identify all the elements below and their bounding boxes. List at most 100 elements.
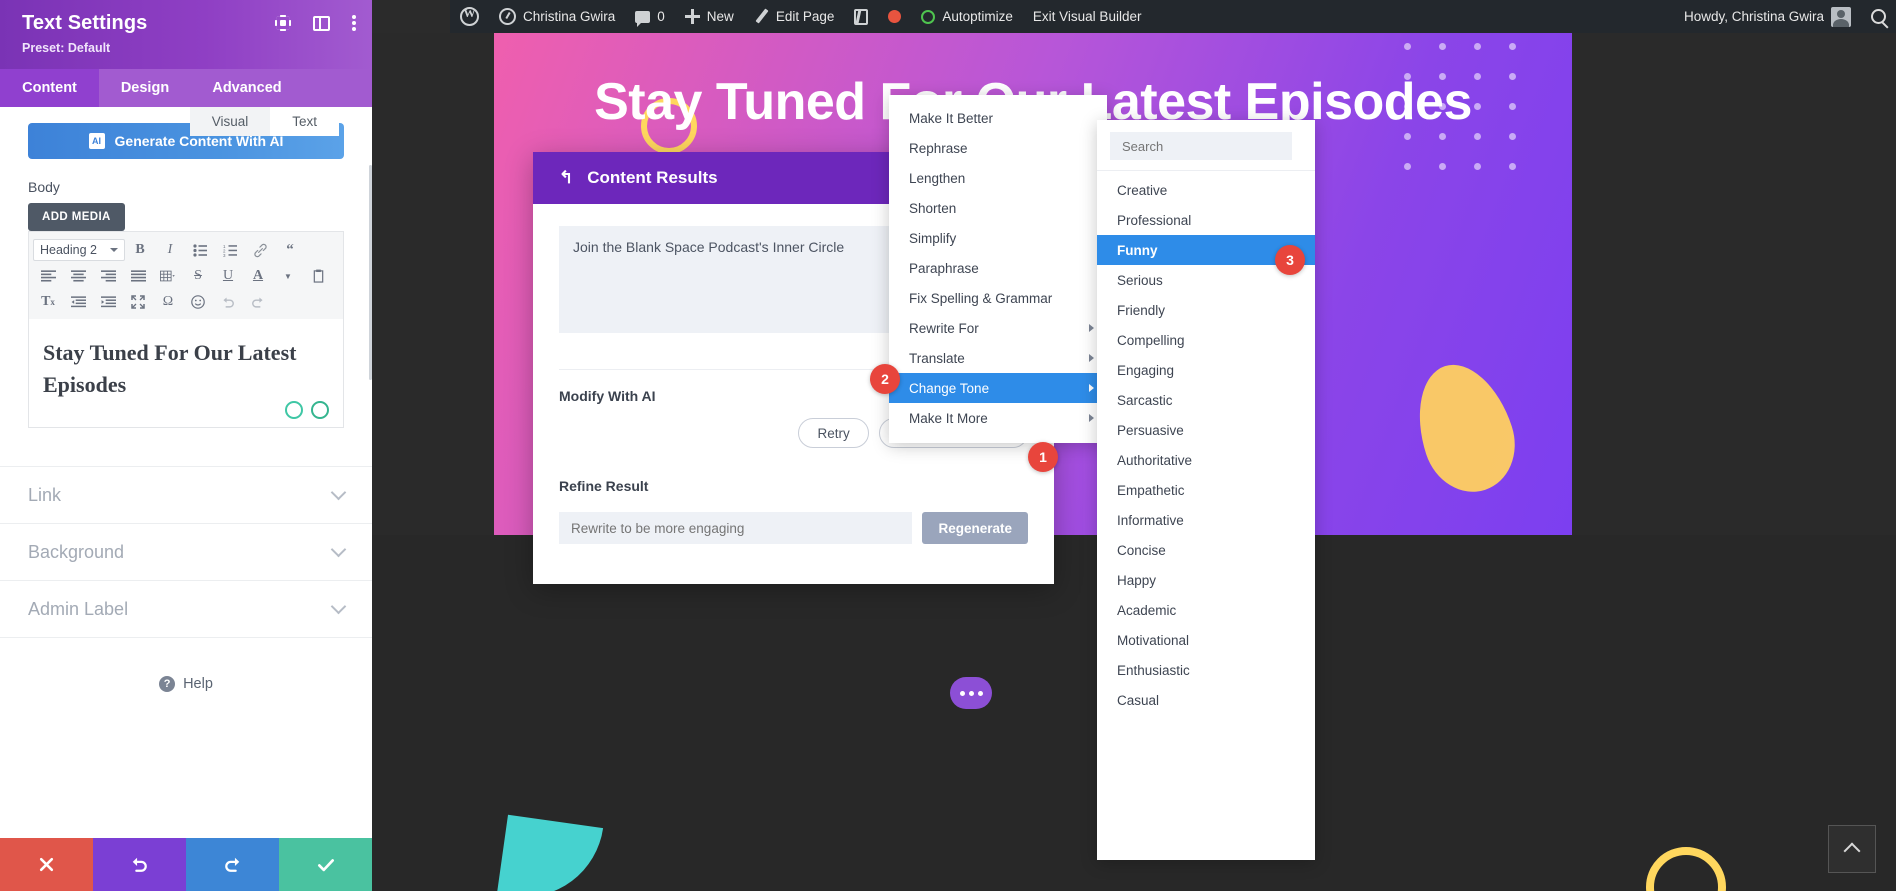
editor-content-area[interactable]: Stay Tuned For Our Latest Episodes [29, 319, 343, 427]
blockquote-icon[interactable]: “ [275, 237, 305, 263]
preset-selector[interactable]: Preset: Default [22, 41, 354, 55]
dropdown-item-lengthen[interactable]: Lengthen [889, 163, 1107, 193]
submenu-item-enthusiastic[interactable]: Enthusiastic [1097, 655, 1315, 685]
bold-icon[interactable]: B [125, 237, 155, 263]
tab-design[interactable]: Design [99, 69, 191, 107]
strikethrough-icon[interactable]: S [183, 263, 213, 289]
tab-advanced[interactable]: Advanced [191, 69, 303, 107]
submenu-item-casual[interactable]: Casual [1097, 685, 1315, 715]
adminbar-item-status[interactable] [878, 0, 911, 33]
italic-icon[interactable]: I [155, 237, 185, 263]
more-horizontal-icon[interactable] [950, 677, 992, 709]
back-arrow-icon[interactable]: ↰ [559, 168, 573, 188]
submenu-item-motivational[interactable]: Motivational [1097, 625, 1315, 655]
submenu-item-authoritative[interactable]: Authoritative [1097, 445, 1315, 475]
submenu-item-engaging[interactable]: Engaging [1097, 355, 1315, 385]
submenu-item-informative[interactable]: Informative [1097, 505, 1315, 535]
emoji-icon[interactable] [183, 289, 213, 315]
add-media-button[interactable]: ADD MEDIA [28, 203, 125, 231]
bullet-list-icon[interactable] [185, 237, 215, 263]
tab-text[interactable]: Text [270, 107, 339, 136]
submenu-item-compelling[interactable]: Compelling [1097, 325, 1315, 355]
outdent-icon[interactable] [63, 289, 93, 315]
tab-visual[interactable]: Visual [189, 107, 271, 136]
redo-button[interactable] [186, 838, 279, 891]
tinymce-editor: Heading 2 B I 123 “ S U A ▼ T x Ω Stay T… [28, 231, 344, 428]
numbered-list-icon[interactable]: 123 [215, 237, 245, 263]
fullscreen-icon[interactable] [123, 289, 153, 315]
dropdown-item-rephrase[interactable]: Rephrase [889, 133, 1107, 163]
dropdown-item-shorten[interactable]: Shorten [889, 193, 1107, 223]
chevron-down-icon[interactable]: ▼ [273, 263, 303, 289]
adminbar-item-yoast[interactable] [844, 0, 878, 33]
submenu-item-academic[interactable]: Academic [1097, 595, 1315, 625]
adminbar-item-site[interactable]: Christina Gwira [489, 0, 625, 33]
adminbar-item-edit-page[interactable]: Edit Page [744, 0, 845, 33]
dropdown-item-make-it-more[interactable]: Make It More [889, 403, 1107, 433]
align-center-icon[interactable] [63, 263, 93, 289]
accordion-link[interactable]: Link [0, 467, 372, 524]
refine-input[interactable] [559, 512, 913, 544]
regenerate-button[interactable]: Regenerate [922, 512, 1028, 544]
layout-icon[interactable] [313, 15, 330, 31]
dropdown-item-rewrite-for[interactable]: Rewrite For [889, 313, 1107, 343]
dropdown-item-paraphrase[interactable]: Paraphrase [889, 253, 1107, 283]
adminbar-item-search[interactable] [1861, 0, 1896, 33]
search-input[interactable] [1110, 132, 1292, 160]
adminbar-item-comments[interactable]: 0 [625, 0, 675, 33]
accordion-background[interactable]: Background [0, 524, 372, 581]
refresh-icon[interactable] [311, 401, 329, 419]
submenu-item-sarcastic[interactable]: Sarcastic [1097, 385, 1315, 415]
dropdown-item-simplify[interactable]: Simplify [889, 223, 1107, 253]
submenu-item-label: Enthusiastic [1117, 662, 1190, 678]
retry-button[interactable]: Retry [798, 418, 869, 448]
target-icon[interactable] [275, 15, 291, 31]
adminbar-item-new[interactable]: New [675, 0, 744, 33]
editor-heading-text: Stay Tuned For Our Latest Episodes [43, 340, 297, 397]
scroll-to-top-button[interactable] [1828, 825, 1876, 873]
align-right-icon[interactable] [93, 263, 123, 289]
text-color-icon[interactable]: A [243, 263, 273, 289]
adminbar-item-account[interactable]: Howdy, Christina Gwira [1674, 0, 1861, 33]
adminbar-howdy-label: Howdy, Christina Gwira [1683, 9, 1824, 24]
format-select[interactable]: Heading 2 [33, 239, 125, 261]
underline-icon[interactable]: U [213, 263, 243, 289]
save-button[interactable] [279, 838, 372, 891]
submenu-item-professional[interactable]: Professional [1097, 205, 1315, 235]
panel-scrollbar[interactable] [369, 165, 372, 380]
submenu-item-creative[interactable]: Creative [1097, 175, 1315, 205]
dropdown-item-change-tone[interactable]: Change Tone [889, 373, 1107, 403]
dropdown-item-fix-spelling-grammar[interactable]: Fix Spelling & Grammar [889, 283, 1107, 313]
table-icon[interactable] [153, 263, 183, 289]
submenu-item-persuasive[interactable]: Persuasive [1097, 415, 1315, 445]
submenu-item-empathetic[interactable]: Empathetic [1097, 475, 1315, 505]
accordion-admin-label[interactable]: Admin Label [0, 581, 372, 638]
close-button[interactable] [0, 838, 93, 891]
help-link[interactable]: ? Help [0, 676, 372, 692]
special-character-icon[interactable]: Ω [153, 289, 183, 315]
undo-icon[interactable] [213, 289, 243, 315]
accordion-background-label: Background [28, 541, 125, 562]
submenu-item-happy[interactable]: Happy [1097, 565, 1315, 595]
dropdown-item-translate[interactable]: Translate [889, 343, 1107, 373]
undo-button[interactable] [93, 838, 186, 891]
help-icon: ? [159, 676, 176, 692]
grammarly-icon[interactable] [285, 401, 303, 419]
tab-content[interactable]: Content [0, 69, 99, 107]
paste-icon[interactable] [303, 263, 333, 289]
dropdown-item-make-it-better[interactable]: Make It Better [889, 103, 1107, 133]
align-justify-icon[interactable] [123, 263, 153, 289]
clear-formatting-icon[interactable]: Tx [33, 289, 63, 315]
kebab-menu-icon[interactable] [352, 15, 356, 31]
submenu-item-concise[interactable]: Concise [1097, 535, 1315, 565]
indent-icon[interactable] [93, 289, 123, 315]
adminbar-item-wordpress[interactable] [450, 0, 489, 33]
align-left-icon[interactable] [33, 263, 63, 289]
redo-icon[interactable] [243, 289, 273, 315]
adminbar-item-autoptimize[interactable]: Autoptimize [911, 0, 1023, 33]
dropdown-item-label: Make It More [909, 410, 988, 426]
submenu-item-friendly[interactable]: Friendly [1097, 295, 1315, 325]
adminbar-item-exit-visual-builder[interactable]: Exit Visual Builder [1023, 0, 1152, 33]
submenu-item-label: Happy [1117, 572, 1157, 588]
link-icon[interactable] [245, 237, 275, 263]
